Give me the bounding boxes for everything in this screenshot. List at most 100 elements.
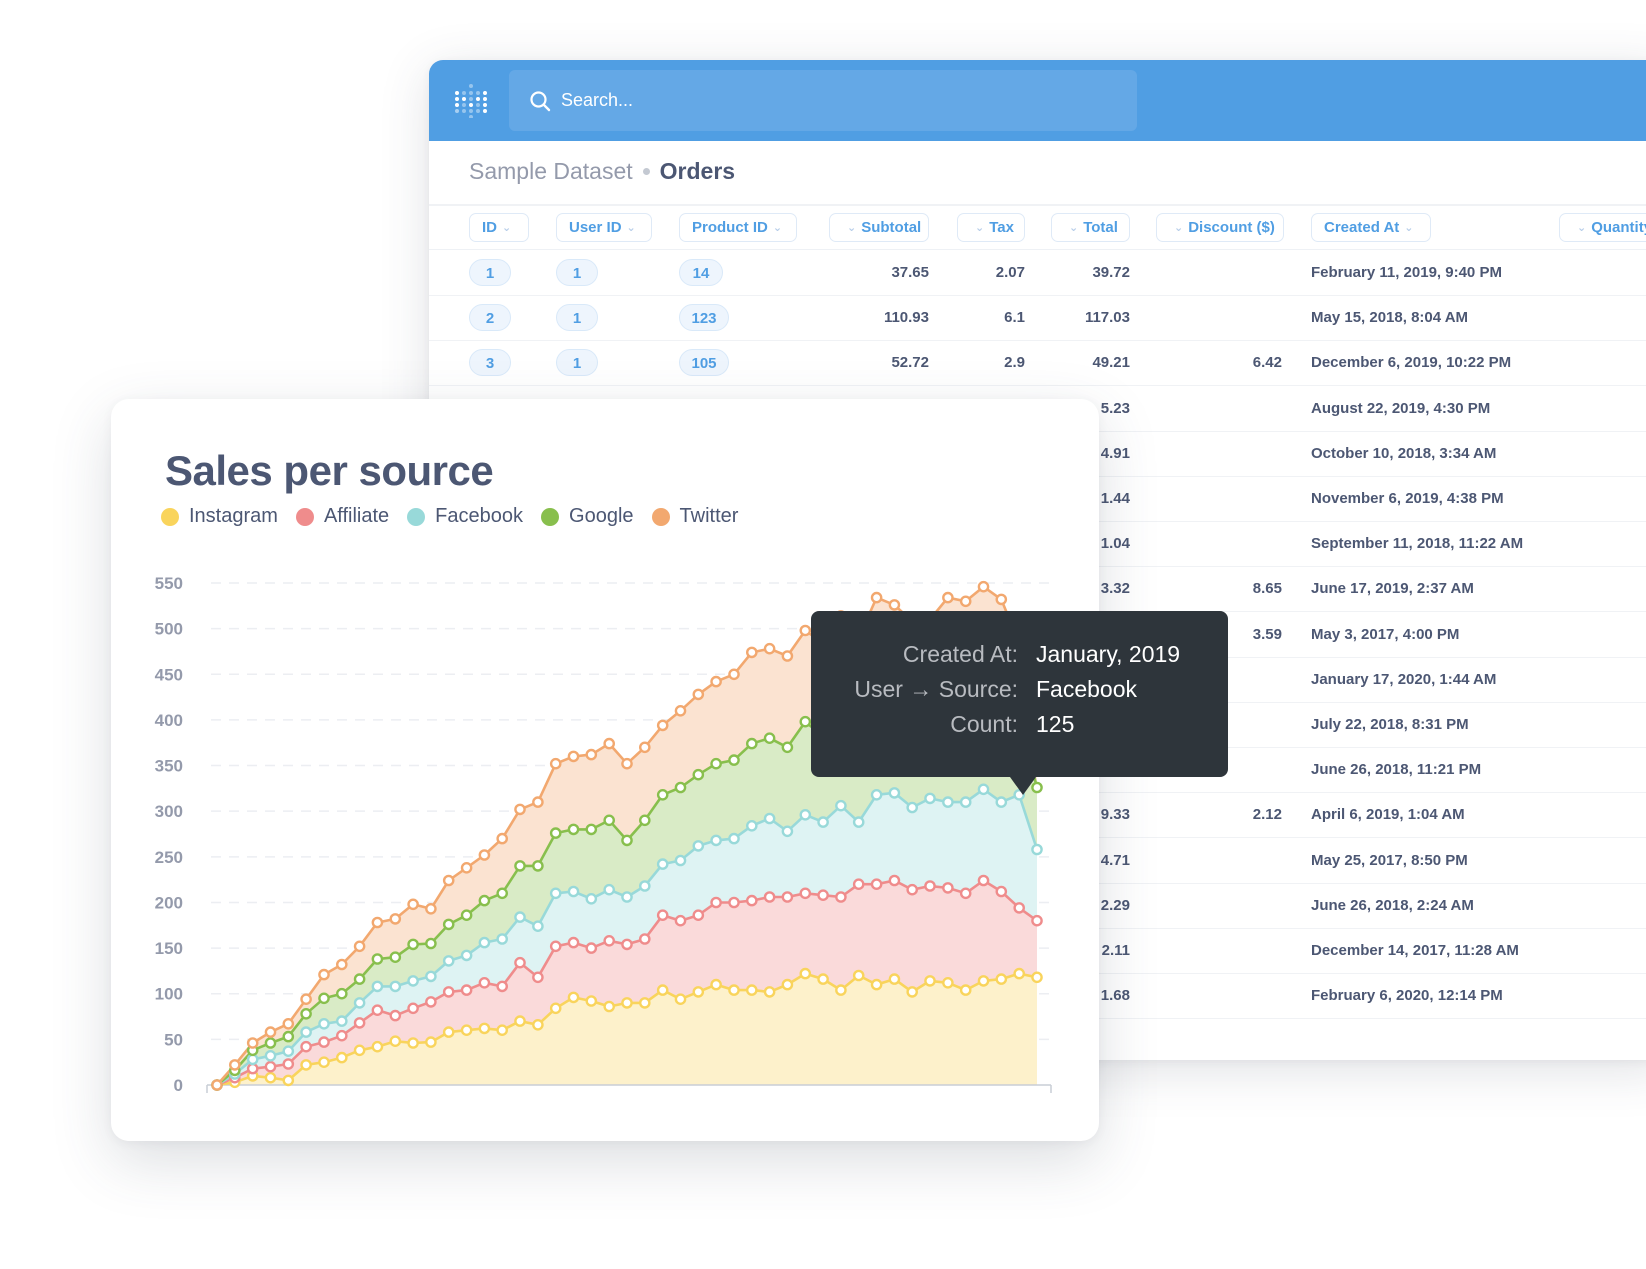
data-point-affiliate xyxy=(425,996,437,1008)
data-point-google xyxy=(407,938,419,951)
column-header-id[interactable]: ID ⌄ xyxy=(469,213,529,242)
created-at-cell: October 10, 2018, 3:34 AM xyxy=(1311,444,1497,462)
column-header-tax[interactable]: ⌄ Tax xyxy=(957,213,1025,242)
data-point-affiliate xyxy=(585,942,598,954)
column-header-quantity[interactable]: ⌄ Quantity xyxy=(1559,213,1646,242)
data-point-twitter xyxy=(710,675,722,688)
discount-cell: 6.42 xyxy=(1252,354,1282,372)
data-point-twitter xyxy=(746,646,758,659)
user-id-link[interactable]: 1 xyxy=(556,259,598,286)
total-cell: 117.03 xyxy=(1084,309,1130,327)
metabase-logo-icon[interactable] xyxy=(453,82,489,118)
search-icon xyxy=(530,90,551,111)
data-point-instagram xyxy=(567,991,580,1004)
table-row[interactable]: 3 1 105 52.72 2.9 49.21 6.42 December 6, 2019, … xyxy=(429,340,1646,387)
tooltip-row-source: User → Source: Facebook xyxy=(811,676,1228,710)
data-point-google xyxy=(264,1037,277,1049)
y-tick-label: 550 xyxy=(155,574,183,593)
data-point-instagram xyxy=(1031,971,1043,984)
data-point-facebook xyxy=(496,933,509,945)
total-cell: 49.21 xyxy=(1092,354,1130,372)
id-link[interactable]: 3 xyxy=(469,349,511,377)
data-point-twitter xyxy=(407,898,419,911)
data-point-twitter xyxy=(674,704,687,717)
y-tick-label: 350 xyxy=(155,757,183,776)
data-point-affiliate xyxy=(799,887,812,900)
column-header-product-id[interactable]: Product ID ⌄ xyxy=(679,213,797,242)
discount-cell xyxy=(1169,838,1282,883)
column-header-created-at[interactable]: Created At ⌄ xyxy=(1311,213,1431,242)
data-point-google xyxy=(425,937,437,950)
chevron-down-icon: ⌄ xyxy=(975,222,985,234)
column-header-subtotal[interactable]: ⌄ Subtotal xyxy=(829,213,929,242)
data-point-instagram xyxy=(817,973,829,985)
user-id-link[interactable]: 1 xyxy=(556,304,598,332)
search-bar[interactable]: Search... xyxy=(509,70,1137,131)
data-point-facebook xyxy=(549,887,562,900)
tax-cell: 6.1 xyxy=(1004,309,1025,327)
data-point-instagram xyxy=(514,1015,526,1027)
chevron-down-icon: ⌄ xyxy=(626,222,636,234)
created-at-cell: April 6, 2019, 1:04 AM xyxy=(1311,806,1465,824)
data-point-facebook xyxy=(514,911,526,923)
data-point-facebook xyxy=(995,796,1008,808)
divider xyxy=(429,204,1646,206)
column-header-discount[interactable]: ⌄ Discount ($) xyxy=(1156,213,1284,242)
data-point-affiliate xyxy=(995,885,1008,898)
data-point-affiliate xyxy=(906,883,919,896)
table-row[interactable]: 1 1 14 37.65 2.07 39.72 February 11, 2019, 9:4… xyxy=(429,250,1646,296)
data-point-twitter xyxy=(567,750,580,763)
data-point-facebook xyxy=(603,883,616,896)
breadcrumb-table: Orders xyxy=(659,158,736,184)
data-point-facebook xyxy=(852,816,865,828)
column-label: Created At xyxy=(1324,219,1400,236)
data-point-affiliate xyxy=(282,1058,295,1070)
data-point-affiliate xyxy=(442,986,455,998)
data-point-instagram xyxy=(353,1044,366,1057)
data-point-facebook xyxy=(371,980,384,993)
column-header-total[interactable]: ⌄ Total xyxy=(1051,213,1130,242)
data-point-instagram xyxy=(674,993,687,1006)
product-id-link[interactable]: 14 xyxy=(679,259,723,286)
data-point-instagram xyxy=(924,975,936,987)
table-row[interactable]: 2 1 123 110.93 6.1 117.03 May 15, 2018, 8:04 A… xyxy=(429,295,1646,342)
data-point-facebook xyxy=(585,892,598,905)
data-point-affiliate xyxy=(728,896,740,909)
user-id-link[interactable]: 1 xyxy=(556,349,598,377)
data-point-twitter xyxy=(763,642,776,655)
data-point-twitter xyxy=(514,803,526,816)
data-point-google xyxy=(781,741,794,754)
data-point-affiliate xyxy=(389,1009,402,1022)
data-point-facebook xyxy=(532,920,544,933)
data-point-affiliate xyxy=(335,1029,348,1042)
tax-cell: 2.9 xyxy=(1004,354,1025,372)
column-header-user-id[interactable]: User ID ⌄ xyxy=(556,213,652,242)
data-point-facebook xyxy=(888,787,901,799)
data-point-affiliate xyxy=(942,882,954,894)
data-point-affiliate xyxy=(318,1036,330,1048)
id-link[interactable]: 1 xyxy=(469,259,511,286)
breadcrumb-database[interactable]: Sample Dataset xyxy=(469,158,633,185)
created-at-cell: June 26, 2018, 2:24 AM xyxy=(1311,896,1474,914)
data-point-twitter xyxy=(799,624,812,637)
product-id-link[interactable]: 105 xyxy=(679,349,729,377)
data-point-twitter xyxy=(229,1059,241,1071)
data-point-affiliate xyxy=(567,936,580,949)
data-point-facebook xyxy=(442,955,455,967)
data-point-facebook xyxy=(425,970,437,983)
y-tick-label: 0 xyxy=(174,1076,183,1095)
id-link[interactable]: 2 xyxy=(469,304,511,332)
product-id-link[interactable]: 123 xyxy=(679,304,729,332)
chart-tooltip: Created At: January, 2019 User → Source:… xyxy=(811,611,1228,795)
data-point-affiliate xyxy=(603,935,616,947)
data-point-twitter xyxy=(603,737,616,750)
data-point-facebook xyxy=(746,819,758,832)
data-point-twitter xyxy=(692,688,705,701)
data-point-twitter xyxy=(781,650,794,662)
subtotal-cell: 37.65 xyxy=(891,264,929,281)
data-point-twitter xyxy=(639,741,651,754)
column-label: User ID xyxy=(569,219,622,236)
data-point-google xyxy=(710,757,722,770)
data-point-instagram xyxy=(639,997,651,1009)
data-point-google xyxy=(585,823,598,836)
